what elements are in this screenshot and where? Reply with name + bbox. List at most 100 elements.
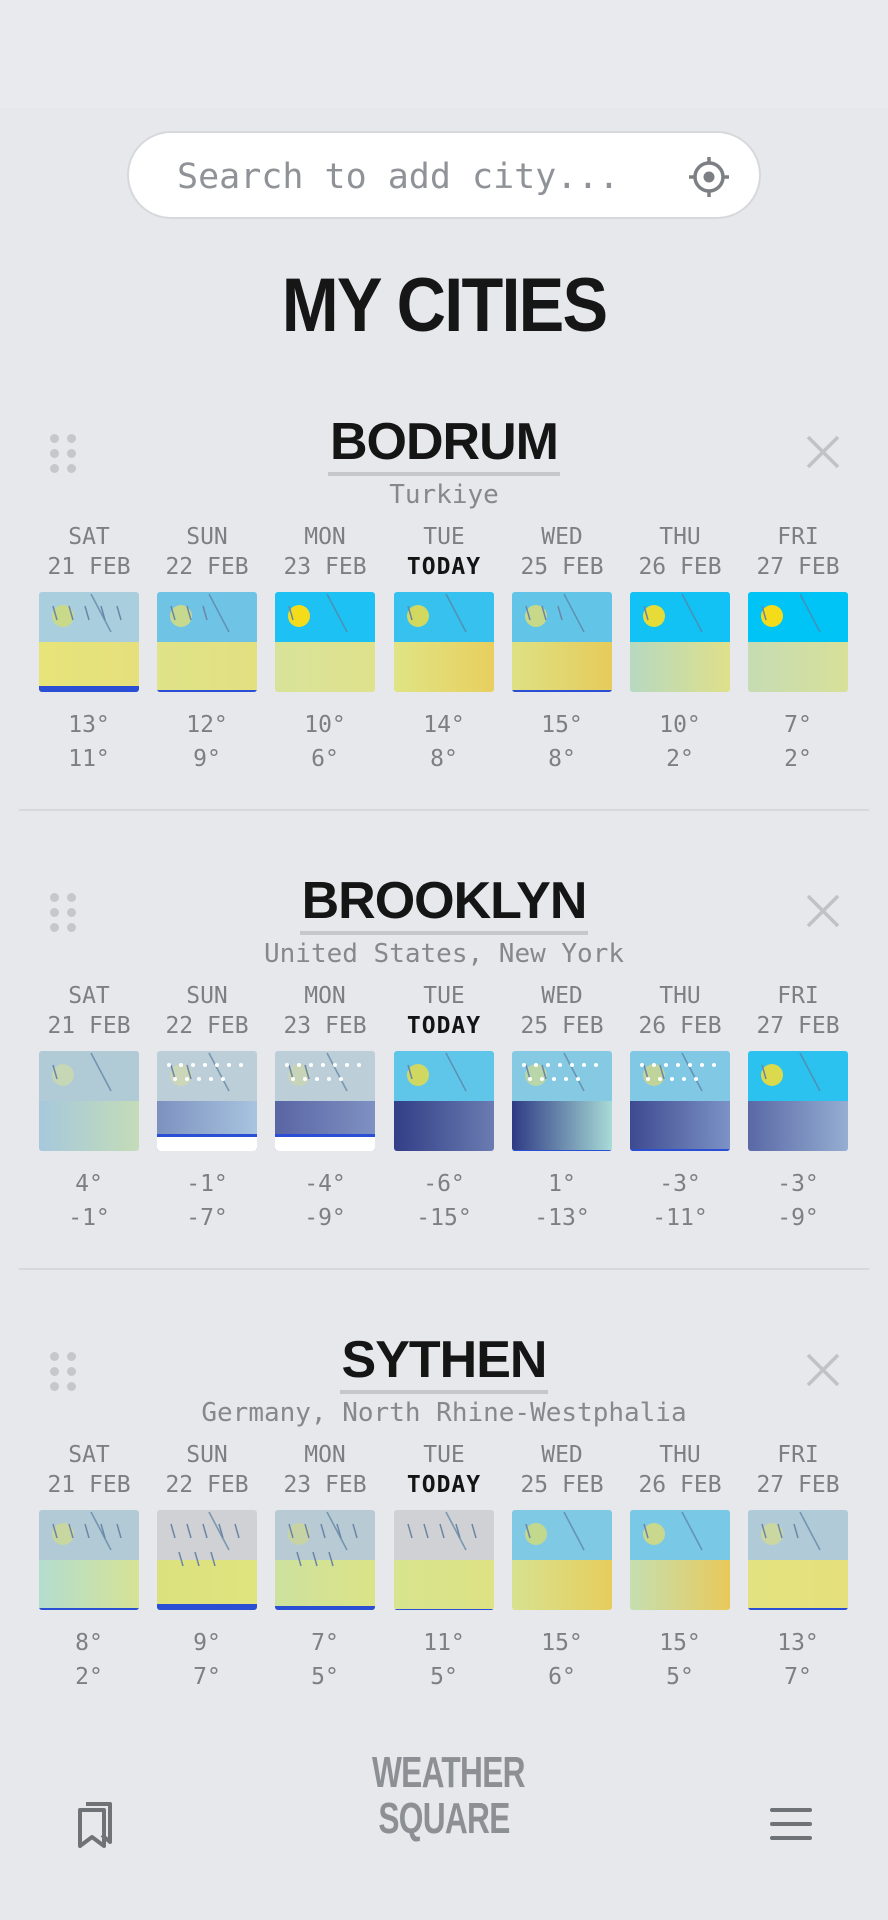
forecast-day[interactable]: FRI 27 FEB -3° -9° <box>748 981 848 1231</box>
forecast-day[interactable]: TUE TODAY 14° 8° <box>394 522 494 772</box>
forecast-day[interactable]: SUN 22 FEB 9° 7° <box>157 1440 257 1690</box>
temp-high: -3° <box>777 1171 819 1197</box>
temp-low: 6° <box>311 746 339 772</box>
precipitation-bar <box>39 686 139 692</box>
forecast-day[interactable]: WED 25 FEB 15° 6° <box>512 1440 612 1690</box>
forecast-day[interactable]: FRI 27 FEB 7° 2° <box>748 522 848 772</box>
day-name: MON <box>304 983 346 1009</box>
temp-high: 8° <box>75 1630 103 1656</box>
city-card[interactable]: BROOKLYN United States, New York SAT 21 FEB… <box>0 851 888 1291</box>
forecast-day[interactable]: MON 23 FEB 7° 5° <box>275 1440 375 1690</box>
weather-icon <box>525 1511 585 1551</box>
temp-low: 6° <box>548 1664 576 1690</box>
temp-high: 15° <box>659 1630 701 1656</box>
weather-tile <box>394 592 494 692</box>
temp-low: -11° <box>652 1205 708 1231</box>
day-date: 26 FEB <box>638 1472 722 1498</box>
weather-tile <box>630 1051 730 1151</box>
forecast-day[interactable]: SUN 22 FEB 12° 9° <box>157 522 257 772</box>
remove-city-icon[interactable] <box>805 434 841 470</box>
weather-icon <box>761 1511 821 1551</box>
day-name: SAT <box>68 1442 110 1468</box>
forecast-day[interactable]: SUN 22 FEB -1° -7° <box>157 981 257 1231</box>
weather-tile <box>157 1051 257 1151</box>
temp-low: 11° <box>68 746 110 772</box>
weather-tile <box>39 1051 139 1151</box>
locate-icon[interactable] <box>687 155 731 199</box>
weather-tile <box>275 1510 375 1610</box>
forecast-day[interactable]: THU 26 FEB 15° 5° <box>630 1440 730 1690</box>
day-name: FRI <box>777 1442 819 1468</box>
day-date: TODAY <box>406 554 482 580</box>
temp-low: 2° <box>666 746 694 772</box>
day-name: THU <box>659 524 701 550</box>
forecast-day[interactable]: SAT 21 FEB 4° -1° <box>39 981 139 1231</box>
city-name[interactable]: SYTHEN <box>339 1332 549 1394</box>
search-bar[interactable] <box>127 131 761 219</box>
precipitation-bar <box>157 1604 257 1610</box>
weather-icon <box>643 593 703 633</box>
weather-icon <box>288 593 348 633</box>
precipitation-bar <box>275 1606 375 1610</box>
forecast-day[interactable]: MON 23 FEB -4° -9° <box>275 981 375 1231</box>
remove-city-icon[interactable] <box>805 893 841 929</box>
temp-low: 9° <box>193 746 221 772</box>
temp-high: 7° <box>311 1630 339 1656</box>
day-name: SUN <box>186 983 228 1009</box>
day-date: 22 FEB <box>165 1013 249 1039</box>
city-region: Germany, North Rhine-Westphalia <box>201 1398 687 1428</box>
temp-high: 15° <box>541 1630 583 1656</box>
remove-city-icon[interactable] <box>805 1352 841 1388</box>
weather-icon <box>407 1511 477 1551</box>
day-name: TUE <box>423 1442 465 1468</box>
snow-cover <box>157 1134 257 1151</box>
day-name: WED <box>541 983 583 1009</box>
forecast-day[interactable]: WED 25 FEB 1° -13° <box>512 981 612 1231</box>
forecast-day[interactable]: THU 26 FEB -3° -11° <box>630 981 730 1231</box>
city-card[interactable]: SYTHEN Germany, North Rhine-Westphalia SAT… <box>0 1310 888 1750</box>
temp-high: -1° <box>186 1171 228 1197</box>
city-card[interactable]: BODRUM Turkiye SAT 21 FEB 13° 11° SUN 22 FEB 12°… <box>0 392 888 832</box>
day-date: 25 FEB <box>520 1013 604 1039</box>
forecast-day[interactable]: TUE TODAY 11° 5° <box>394 1440 494 1690</box>
weather-icon <box>525 593 585 633</box>
day-name: TUE <box>423 524 465 550</box>
weather-tile <box>157 1510 257 1610</box>
weather-icon <box>52 1511 122 1551</box>
weather-tile <box>630 592 730 692</box>
precipitation-bar <box>630 1149 730 1151</box>
weather-icon <box>407 1052 467 1092</box>
forecast-day[interactable]: SAT 21 FEB 8° 2° <box>39 1440 139 1690</box>
weather-icon <box>640 1052 716 1092</box>
day-date: 21 FEB <box>47 1013 131 1039</box>
temp-high: 15° <box>541 712 583 738</box>
day-name: FRI <box>777 524 819 550</box>
brand-line-1: WEATHER <box>372 1748 525 1797</box>
temp-low: -1° <box>68 1205 110 1231</box>
day-name: THU <box>659 983 701 1009</box>
forecast-day[interactable]: SAT 21 FEB 13° 11° <box>39 522 139 772</box>
temp-high: 10° <box>659 712 701 738</box>
day-date: 25 FEB <box>520 1472 604 1498</box>
weather-tile <box>512 592 612 692</box>
menu-icon[interactable] <box>770 1808 812 1842</box>
temp-high: 14° <box>423 712 465 738</box>
forecast-day[interactable]: THU 26 FEB 10° 2° <box>630 522 730 772</box>
city-name[interactable]: BROOKLYN <box>299 873 589 935</box>
weather-icon <box>407 593 467 633</box>
day-name: WED <box>541 524 583 550</box>
weather-tile <box>748 592 848 692</box>
bookmark-icon[interactable] <box>76 1800 116 1848</box>
brand-line-2: SQUARE <box>378 1794 510 1843</box>
temp-low: -13° <box>534 1205 590 1231</box>
weather-tile <box>748 1051 848 1151</box>
search-input[interactable] <box>175 151 649 203</box>
city-name[interactable]: BODRUM <box>328 414 560 476</box>
forecast-row: SAT 21 FEB 8° 2° SUN 22 FEB 9° 7° MON 23 FEB 7° 5° T… <box>0 1440 888 1700</box>
day-date: 27 FEB <box>756 1472 840 1498</box>
forecast-day[interactable]: TUE TODAY -6° -15° <box>394 981 494 1231</box>
forecast-day[interactable]: MON 23 FEB 10° 6° <box>275 522 375 772</box>
forecast-day[interactable]: WED 25 FEB 15° 8° <box>512 522 612 772</box>
forecast-day[interactable]: FRI 27 FEB 13° 7° <box>748 1440 848 1690</box>
temp-low: 2° <box>75 1664 103 1690</box>
